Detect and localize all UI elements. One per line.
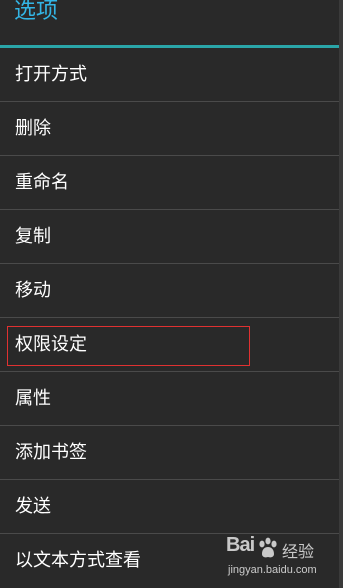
menu-item-delete[interactable]: 删除 (0, 102, 339, 156)
options-dialog: 选项 打开方式 删除 重命名 复制 移动 权限设定 属性 添加书签 发送 以文本… (0, 0, 339, 588)
menu-item-move[interactable]: 移动 (0, 264, 339, 318)
menu-item-rename[interactable]: 重命名 (0, 156, 339, 210)
menu-item-properties[interactable]: 属性 (0, 372, 339, 426)
paw-icon (259, 537, 277, 558)
menu-item-add-bookmark[interactable]: 添加书签 (0, 426, 339, 480)
highlight-annotation-box (7, 326, 250, 366)
menu-item-copy[interactable]: 复制 (0, 210, 339, 264)
baidu-logo-text: Bai (226, 534, 255, 556)
baidu-jingyan-watermark: Bai 经验 jingyan.baidu.com (226, 534, 336, 584)
dialog-title: 选项 (14, 0, 59, 24)
menu-item-open-with[interactable]: 打开方式 (0, 48, 339, 102)
jingyan-brand-text: 经验 (282, 542, 315, 561)
dialog-edge (339, 0, 343, 588)
watermark-url: jingyan.baidu.com (228, 564, 317, 576)
menu-item-send[interactable]: 发送 (0, 480, 339, 534)
